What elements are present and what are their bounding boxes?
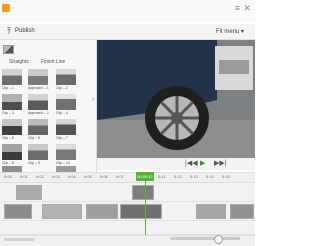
tick-label: 0:03 [52,174,60,179]
clip-thumbnail[interactable] [56,69,76,85]
tick-label: 0:01 [20,174,28,179]
clip-thumbnail[interactable] [2,94,22,110]
next-frame-button[interactable]: ▶▶| [214,159,227,167]
timeline-clip[interactable] [230,204,254,219]
clip-thumbnail[interactable] [2,69,22,85]
collapse-panel-icon[interactable]: › [92,96,94,103]
clip-thumbnail[interactable] [56,144,76,160]
playhead-time[interactable]: 00:00:12 [136,172,154,181]
tick-label: 0:14 [206,174,214,179]
clip-label: Clip – 1 [2,86,14,90]
tick-label: 0:00 [4,174,12,179]
timeline-track [0,202,255,221]
clip-label: Clip – 8 [2,161,14,165]
tick-label: 0:05 [84,174,92,179]
tab-finish-line[interactable]: Finish Line [41,59,65,65]
clip-label: Clip – 2 [56,86,68,90]
video-preview[interactable] [97,40,255,158]
timeline-clip[interactable] [196,204,226,219]
timeline-clip[interactable] [4,204,32,219]
zoom-slider[interactable] [170,237,240,240]
clip-tabs: Straights Finish Line [9,59,76,65]
tick-label: 0:02 [36,174,44,179]
clip-thumbnail[interactable] [2,119,22,135]
play-button[interactable]: ▶ [200,159,205,167]
overflow-menu-icon[interactable]: ≡ [235,3,240,13]
timeline-clip[interactable] [120,204,162,219]
tick-label: 0:04 [68,174,76,179]
zoom-slider-handle[interactable] [214,235,223,244]
tick-label: 0:11 [158,174,166,179]
preview-frame [97,40,255,158]
clip-label: Approach – 1 [28,86,49,90]
clip-thumbnail[interactable] [28,94,48,110]
clip-label: Clip – 3 [2,111,14,115]
timeline-track [0,183,255,202]
fit-menu-dropdown[interactable]: Fit menu ▾ [216,28,244,35]
playhead-line[interactable] [145,181,146,235]
tick-label: 0:15 [222,174,230,179]
previous-frame-button[interactable]: |◀◀ [185,159,198,167]
clip-label: Clip – 10 [56,161,70,165]
clip-label: Clip – 9 [28,161,40,165]
app-logo-icon [2,4,10,12]
clip-grid: Clip – 1 Approach – 1 Clip – 2 Clip – 3 … [0,67,92,173]
tick-label: 0:07 [116,174,124,179]
timeline-clip[interactable] [132,185,154,200]
clip-thumbnail[interactable] [28,119,48,135]
timeline-scrollbar[interactable] [4,238,34,241]
tick-label: 0:12 [174,174,182,179]
thumbnail-view-icon[interactable] [3,45,14,54]
clip-label: Clip – 7 [56,136,68,140]
clip-label: Clip – 5 [2,136,14,140]
clip-label: Approach – 2 [28,111,49,115]
upload-icon[interactable]: ⤒ [7,26,11,37]
clip-thumbnail[interactable] [28,69,48,85]
tab-straights[interactable]: Straights [9,59,29,65]
close-window-icon[interactable]: ✕ [243,3,251,14]
timeline-track [0,221,255,235]
tick-label: 0:13 [190,174,198,179]
timeline-clip[interactable] [86,204,118,219]
app-header: ≡ ✕ [0,0,255,22]
publish-button[interactable]: Publish [15,28,35,34]
timeline-clip[interactable] [16,185,42,200]
timeline-clip[interactable] [42,204,82,219]
clip-thumbnail[interactable] [28,144,48,160]
clip-thumbnail[interactable] [2,144,22,160]
clip-thumbnail[interactable] [56,94,76,110]
player-controls [97,158,255,170]
tick-label: 0:06 [100,174,108,179]
clip-thumbnail[interactable] [56,119,76,135]
clip-label: Clip – 6 [28,136,40,140]
clip-label: Clip – 4 [56,111,68,115]
